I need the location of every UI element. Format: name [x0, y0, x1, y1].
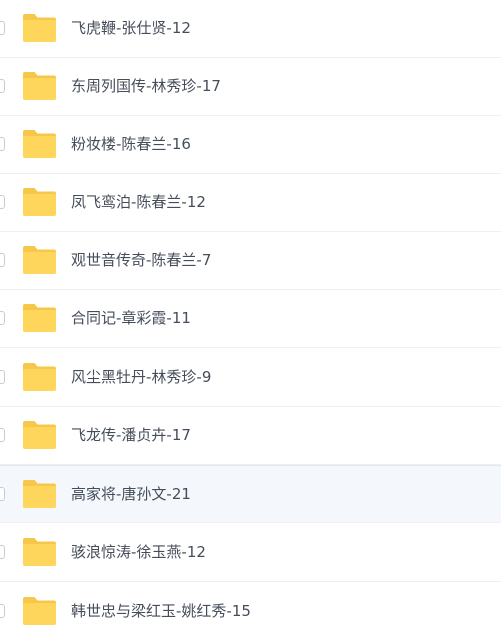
list-item[interactable]: 观世音传奇-陈春兰-7 — [0, 232, 501, 290]
list-item[interactable]: 飞虎鞭-张仕贤-12 — [0, 0, 501, 58]
folder-name[interactable]: 合同记-章彩霞-11 — [71, 308, 191, 328]
folder-icon — [23, 597, 56, 625]
list-item[interactable]: 高家将-唐孙文-21 — [0, 465, 501, 523]
row-checkbox[interactable] — [0, 137, 5, 151]
folder-icon — [23, 304, 56, 332]
list-item[interactable]: 粉妆楼-陈春兰-16 — [0, 116, 501, 174]
folder-icon — [23, 14, 56, 42]
folder-name[interactable]: 风尘黑牡丹-林秀珍-9 — [71, 367, 211, 387]
row-checkbox[interactable] — [0, 487, 5, 501]
folder-name[interactable]: 韩世忠与梁红玉-姚红秀-15 — [71, 601, 251, 621]
row-checkbox[interactable] — [0, 370, 5, 384]
list-item[interactable]: 飞龙传-潘贞卉-17 — [0, 407, 501, 465]
folder-name[interactable]: 高家将-唐孙文-21 — [71, 484, 191, 504]
folder-name[interactable]: 飞虎鞭-张仕贤-12 — [71, 18, 191, 38]
folder-icon — [23, 538, 56, 566]
row-checkbox[interactable] — [0, 195, 5, 209]
folder-name[interactable]: 飞龙传-潘贞卉-17 — [71, 425, 191, 445]
list-item[interactable]: 骇浪惊涛-徐玉燕-12 — [0, 524, 501, 582]
row-checkbox[interactable] — [0, 21, 5, 35]
folder-name[interactable]: 观世音传奇-陈春兰-7 — [71, 250, 211, 270]
folder-name[interactable]: 东周列国传-林秀珍-17 — [71, 76, 221, 96]
file-list: 飞虎鞭-张仕贤-12 东周列国传-林秀珍-17 粉妆楼-陈春兰-16 凤飞鸾泊-… — [0, 0, 501, 630]
folder-name[interactable]: 凤飞鸾泊-陈春兰-12 — [71, 192, 206, 212]
folder-icon — [23, 480, 56, 508]
folder-icon — [23, 363, 56, 391]
list-item[interactable]: 风尘黑牡丹-林秀珍-9 — [0, 349, 501, 407]
row-checkbox[interactable] — [0, 428, 5, 442]
folder-name[interactable]: 粉妆楼-陈春兰-16 — [71, 134, 191, 154]
folder-icon — [23, 246, 56, 274]
row-checkbox[interactable] — [0, 253, 5, 267]
row-checkbox[interactable] — [0, 545, 5, 559]
row-checkbox[interactable] — [0, 311, 5, 325]
row-checkbox[interactable] — [0, 79, 5, 93]
list-item[interactable]: 东周列国传-林秀珍-17 — [0, 58, 501, 116]
folder-name[interactable]: 骇浪惊涛-徐玉燕-12 — [71, 542, 206, 562]
list-item[interactable]: 韩世忠与梁红玉-姚红秀-15 — [0, 583, 501, 641]
list-item[interactable]: 凤飞鸾泊-陈春兰-12 — [0, 174, 501, 232]
folder-icon — [23, 130, 56, 158]
list-item[interactable]: 合同记-章彩霞-11 — [0, 290, 501, 348]
folder-icon — [23, 421, 56, 449]
folder-icon — [23, 188, 56, 216]
folder-icon — [23, 72, 56, 100]
row-checkbox[interactable] — [0, 604, 5, 618]
